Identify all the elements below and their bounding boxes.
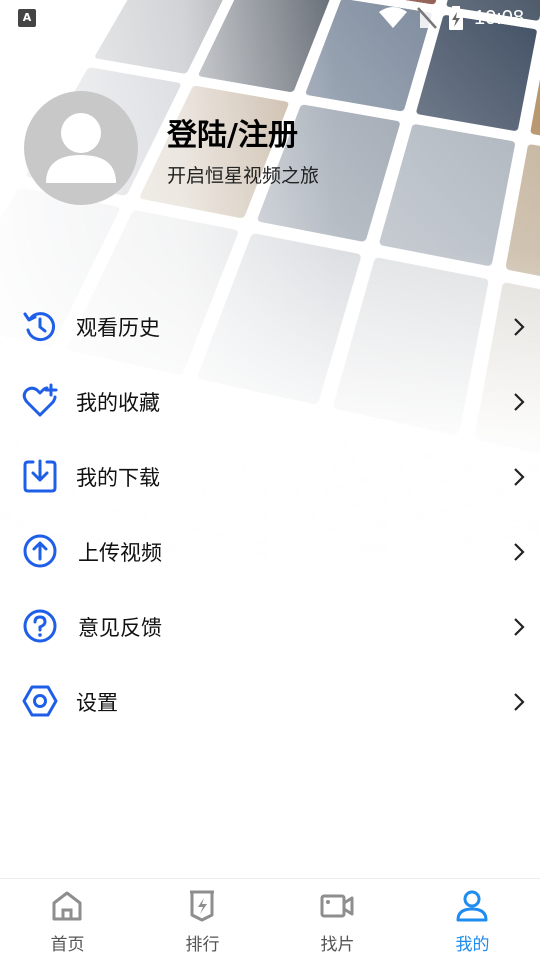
ranking-icon — [190, 890, 214, 922]
nav-tab-ranking[interactable]: 排行 — [135, 879, 270, 960]
menu-item-feedback[interactable]: 意见反馈 — [0, 590, 540, 665]
profile-menu: 观看历史 我的收藏 我的下载 上传视频 意见反馈 设置 — [0, 290, 540, 740]
menu-item-favorites[interactable]: 我的收藏 — [0, 365, 540, 440]
feedback-question-icon — [23, 609, 57, 643]
menu-item-label: 我的下载 — [76, 466, 160, 490]
menu-item-history[interactable]: 观看历史 — [0, 290, 540, 365]
heart-plus-icon — [22, 383, 58, 417]
chevron-right-icon — [514, 693, 525, 711]
notification-app-icon: A — [18, 9, 36, 27]
menu-item-label: 上传视频 — [78, 541, 162, 565]
menu-item-label: 观看历史 — [76, 316, 160, 340]
nav-tab-find[interactable]: 找片 — [270, 879, 405, 960]
login-subtitle: 开启恒星视频之旅 — [167, 165, 320, 187]
wifi-icon — [379, 7, 407, 28]
chevron-right-icon — [514, 468, 525, 486]
no-sim-icon — [417, 7, 437, 29]
nav-label: 找片 — [320, 935, 355, 955]
status-time: 10:08 — [474, 7, 525, 29]
bottom-navigation: 首页 排行 找片 我的 — [0, 878, 540, 960]
nav-tab-home[interactable]: 首页 — [0, 879, 135, 960]
video-camera-icon — [320, 894, 354, 918]
nav-label: 排行 — [185, 935, 220, 955]
history-icon — [23, 312, 56, 342]
nav-label: 我的 — [455, 935, 490, 955]
login-register-title[interactable]: 登陆/注册 — [167, 110, 298, 154]
chevron-right-icon — [514, 318, 525, 336]
status-bar: A 10:08 — [0, 0, 540, 36]
settings-hexagon-icon — [22, 685, 58, 717]
nav-label: 首页 — [50, 935, 85, 955]
download-icon — [23, 459, 57, 493]
upload-icon — [23, 534, 57, 568]
chevron-right-icon — [514, 393, 525, 411]
menu-item-upload[interactable]: 上传视频 — [0, 515, 540, 590]
home-icon — [52, 891, 82, 921]
avatar[interactable] — [24, 91, 138, 205]
menu-item-label: 设置 — [76, 691, 118, 715]
nav-tab-mine[interactable]: 我的 — [405, 879, 540, 960]
battery-charging-icon — [449, 6, 463, 30]
menu-item-label: 意见反馈 — [78, 616, 162, 640]
user-silhouette-icon — [46, 113, 116, 183]
chevron-right-icon — [514, 618, 525, 636]
chevron-right-icon — [514, 543, 525, 561]
menu-item-downloads[interactable]: 我的下载 — [0, 440, 540, 515]
menu-item-label: 我的收藏 — [76, 391, 160, 415]
profile-icon — [456, 890, 488, 922]
menu-item-settings[interactable]: 设置 — [0, 665, 540, 740]
